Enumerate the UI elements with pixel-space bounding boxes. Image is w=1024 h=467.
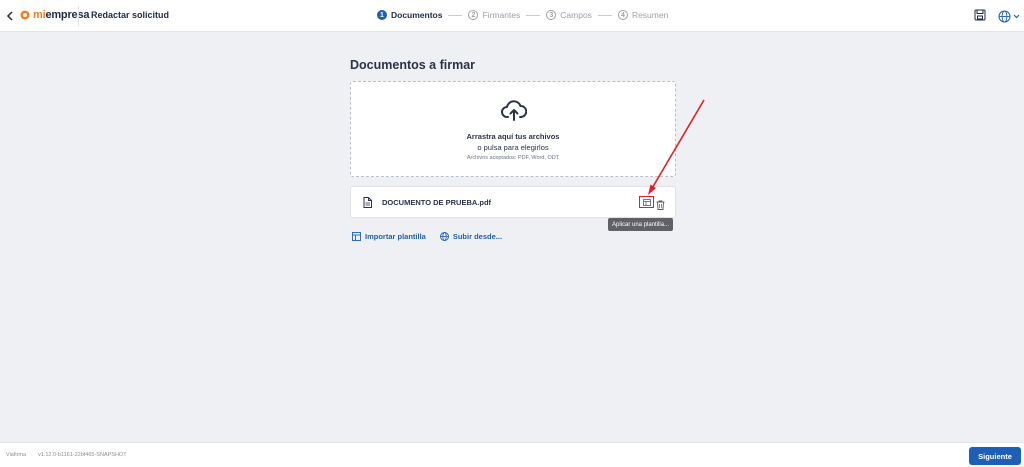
- chevron-left-icon: [6, 11, 13, 21]
- next-button[interactable]: Siguiente: [969, 447, 1021, 465]
- page-title: Redactar solicitud: [91, 10, 170, 20]
- back-button[interactable]: [3, 8, 17, 24]
- dropzone-title: Arrastra aquí tus archivos: [466, 132, 560, 141]
- step-connector: [448, 14, 463, 16]
- step-label: Resumen: [631, 10, 669, 20]
- dropzone-subtitle: o pulsa para elegirlos: [477, 143, 549, 152]
- header-divider: [78, 6, 79, 26]
- step-number: 1: [377, 10, 387, 20]
- step-number: 3: [546, 10, 557, 20]
- dropzone-hint: Archivos aceptados: PDF, Word, ODT: [466, 155, 560, 161]
- main-content: Documentos a firmar Arrastra aquí tus ar…: [350, 58, 676, 241]
- top-bar: miempresa Redactar solicitud 1 Documento…: [0, 0, 1024, 32]
- footer: Viafirma · v1.12.0-b1161-22bf465-SNAPSHO…: [0, 442, 1024, 467]
- document-actions: Importar plantilla Subir desde...: [350, 232, 676, 241]
- language-selector[interactable]: [998, 8, 1020, 24]
- stepper: 1 Documentos 2 Firmantes 3 Campos 4 Resu…: [377, 10, 668, 20]
- delete-file-button[interactable]: [656, 197, 666, 210]
- globe-icon: [439, 232, 449, 241]
- save-button[interactable]: [974, 8, 988, 24]
- logo-prefix: mi: [33, 9, 46, 21]
- apply-template-tooltip: Aplicar una plantilla...: [608, 218, 674, 231]
- logo-suffix: empresa: [45, 9, 90, 21]
- step-resumen[interactable]: 4 Resumen: [617, 10, 669, 20]
- chevron-down-icon: [1013, 14, 1020, 18]
- footer-separator: ·: [31, 452, 33, 458]
- step-label: Firmantes: [482, 10, 521, 20]
- step-label: Documentos: [391, 10, 443, 20]
- footer-version: v1.12.0-b1161-22bf465-SNAPSHOT: [38, 452, 127, 458]
- step-connector: [597, 14, 612, 16]
- template-icon: [352, 232, 361, 241]
- save-icon: [974, 9, 986, 21]
- globe-icon: [998, 10, 1011, 22]
- step-number: 2: [468, 10, 479, 20]
- file-item: DOCUMENTO DE PRUEBA.pdf: [350, 186, 676, 218]
- footer-brand: Viafirma: [6, 452, 27, 458]
- step-campos[interactable]: 3 Campos: [546, 10, 592, 20]
- import-template-label: Importar plantilla: [365, 232, 426, 241]
- logo-mark-icon: [20, 10, 30, 20]
- step-documentos[interactable]: 1 Documentos: [377, 10, 442, 20]
- step-firmantes[interactable]: 2 Firmantes: [468, 10, 520, 20]
- document-icon: [363, 197, 372, 208]
- cloud-upload-icon: [501, 100, 527, 121]
- file-dropzone[interactable]: Arrastra aquí tus archivos o pulsa para …: [350, 81, 676, 177]
- section-title: Documentos a firmar: [350, 58, 476, 72]
- import-template-link[interactable]: Importar plantilla: [352, 232, 426, 241]
- step-connector: [526, 14, 541, 16]
- upload-from-link[interactable]: Subir desde...: [439, 232, 503, 241]
- file-name: DOCUMENTO DE PRUEBA.pdf: [382, 198, 492, 207]
- step-label: Campos: [560, 10, 592, 20]
- trash-icon: [656, 200, 665, 210]
- step-number: 4: [617, 10, 628, 20]
- template-icon: [642, 198, 651, 206]
- upload-from-label: Subir desde...: [452, 232, 503, 241]
- apply-template-button[interactable]: [639, 196, 654, 208]
